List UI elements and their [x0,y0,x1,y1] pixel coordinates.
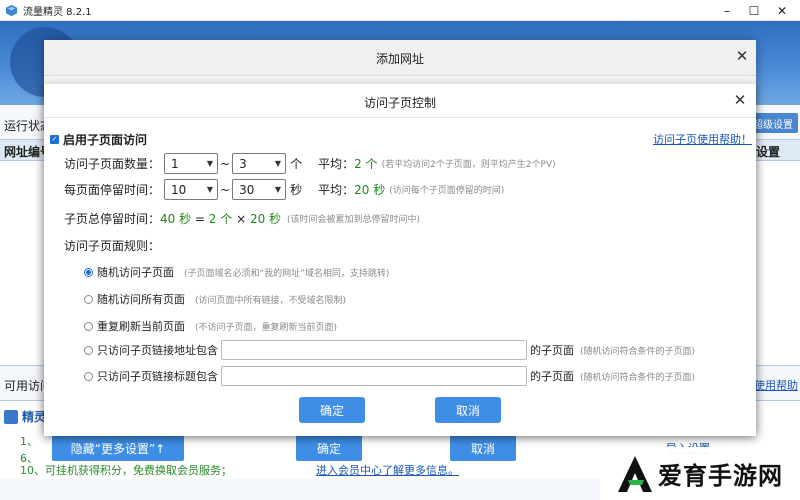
stay-hint: (访问每个子页面停留的时间) [389,186,505,196]
bg-cancel-button[interactable]: 取消 [450,435,516,461]
watermark: 爱育手游网 [600,447,800,500]
rule-label: 只访问子页链接标题包含 [97,370,218,383]
count-hint: (若平均访问2个子页面，则平均产生2个PV) [381,160,556,170]
rule-label: 随机访问子页面 [97,266,174,279]
stay-time-min-select[interactable]: 10 ▼ [164,179,219,200]
subpage-count-min-value: 1 [171,156,179,171]
sprite-icon [4,409,18,424]
subpage-count-min-select[interactable]: 1 ▼ [164,153,219,174]
close-window-button[interactable]: ✕ [764,0,800,21]
total-stay-value: 40 秒 [160,212,192,226]
add-url-dialog-title: 添加网址 [375,52,424,66]
rule-random-subpage[interactable]: 随机访问子页面 (子页面域名必须和“我的网址”域名相同，支持跳转) [84,264,389,280]
url-contains-input[interactable] [221,340,527,360]
subpage-count-max-value: 3 [239,156,247,171]
col-settings[interactable]: 设置 [756,143,780,160]
rule-hint: (随机访问符合条件的子页面) [580,372,696,383]
hide-more-settings-button[interactable]: 隐藏“更多设置”↑ [52,435,184,461]
total-hint: (该时间会被累加到总停留时间中) [287,215,421,225]
rules-label: 访问子页面规则： [64,239,161,253]
tip-line-10: 10、可挂机获得积分，免费换取会员服务； [20,464,232,477]
rule-random-all-pages-radio[interactable] [84,294,93,304]
stay-unit: 秒 [290,183,303,197]
rule-hint: (不访问子页面，重复刷新当前页面) [195,322,338,333]
watermark-logo-icon [618,455,652,492]
count-unit: 个 [290,157,303,171]
count-avg-value: 2 个 [354,157,378,171]
rule-suffix: 的子页面 [530,370,574,383]
rule-suffix: 的子页面 [530,344,574,357]
stay-avg-value: 20 秒 [354,183,386,197]
subpage-control-dialog: 访问子页控制 ✕ ✓ 启用子页面访问 访问子页使用帮助！ 访问子页面数量： 1 … [44,84,756,436]
rule-hint: (子页面域名必须和“我的网址”域名相同，支持跳转) [184,268,390,279]
stay-time-min-value: 10 [171,182,187,197]
watermark-text: 爱育手游网 [658,462,783,490]
stay-time-max-select[interactable]: 30 ▼ [232,179,287,200]
rule-url-contains-radio[interactable] [84,345,93,355]
stay-time-max-value: 30 [239,182,255,197]
cancel-button[interactable]: 取消 [435,397,501,423]
usage-help-link[interactable]: 使用帮助 [754,377,798,393]
total-stay-per-page: 20 秒 [249,212,282,226]
total-times: × [232,211,250,226]
rule-refresh-current[interactable]: 重复刷新当前页面 (不访问子页面，重复刷新当前页面) [84,318,337,334]
tip-line-1: 1、 [20,435,38,448]
enable-subpage-row[interactable]: ✓ 启用子页面访问 [50,131,147,148]
rule-label: 只访问子页链接地址包含 [97,344,218,357]
rule-title-contains[interactable]: 只访问子页链接标题包含 的子页面 (随机访问符合条件的子页面) [84,366,695,386]
chevron-down-icon: ▼ [206,159,214,168]
stay-range-tilde: ~ [220,182,231,197]
add-url-dialog-header: 添加网址 ✕ [44,40,756,76]
enable-subpage-checkbox[interactable]: ✓ [50,135,59,144]
rule-title-contains-radio[interactable] [84,371,93,381]
title-contains-input[interactable] [221,366,527,386]
rule-label: 重复刷新当前页面 [97,320,185,333]
subpage-close-icon[interactable]: ✕ [730,90,750,110]
stay-time-row: 每页面停留时间： 10 ▼ ~ 30 ▼ 秒 平均： 20 秒 (访问每个子页面… [64,179,504,200]
subpage-dialog-header: 访问子页控制 ✕ [44,84,756,118]
chevron-down-icon: ▼ [274,159,282,168]
stay-avg-label: 平均： [318,183,355,197]
rule-refresh-current-radio[interactable] [84,321,93,331]
tips-panel-title-text: 精灵 [22,410,47,424]
subpage-count-max-select[interactable]: 3 ▼ [232,153,287,174]
total-stay-row: 子页总停留时间： 40 秒 = 2 个 × 20 秒 (该时间会被累加到总停留时… [64,210,420,227]
tips-panel-title: 精灵 [4,408,46,425]
stay-time-label: 每页面停留时间： [64,183,161,197]
add-url-close-icon[interactable]: ✕ [732,46,752,66]
chevron-down-icon: ▼ [274,185,282,194]
rule-random-subpage-radio[interactable] [84,267,93,277]
bg-confirm-button[interactable]: 确定 [296,435,362,461]
total-stay-label: 子页总停留时间： [64,212,161,226]
app-titlebar: 流量精灵 8.2.1 – ☐ ✕ [0,0,800,21]
rule-random-all-pages[interactable]: 随机访问所有页面 (访问页面中所有链接，不受域名限制) [84,291,346,307]
subpage-count-label: 访问子页面数量： [64,157,161,171]
rule-hint: (访问页面中所有链接，不受域名限制) [195,295,347,306]
count-range-tilde: ~ [220,156,231,171]
subpage-count-row: 访问子页面数量： 1 ▼ ~ 3 ▼ 个 平均： 2 个 (若平均访问2个子页面… [64,153,556,174]
app-title: 流量精灵 8.2.1 [23,6,92,18]
count-avg-label: 平均： [318,157,355,171]
subpage-dialog-title: 访问子页控制 [363,96,436,110]
subpage-help-link[interactable]: 访问子页使用帮助！ [653,131,752,147]
member-center-link[interactable]: 进入会员中心了解更多信息。 [316,462,459,478]
rule-url-contains[interactable]: 只访问子页链接地址包含 的子页面 (随机访问符合条件的子页面) [84,340,695,360]
chevron-down-icon: ▼ [206,185,214,194]
rule-hint: (随机访问符合条件的子页面) [580,346,696,357]
enable-subpage-label: 启用子页面访问 [63,133,148,147]
total-count: 2 个 [208,212,233,226]
app-logo-icon [5,4,18,16]
confirm-button[interactable]: 确定 [299,397,365,423]
rule-label: 随机访问所有页面 [97,293,185,306]
total-eq: = [191,211,209,226]
